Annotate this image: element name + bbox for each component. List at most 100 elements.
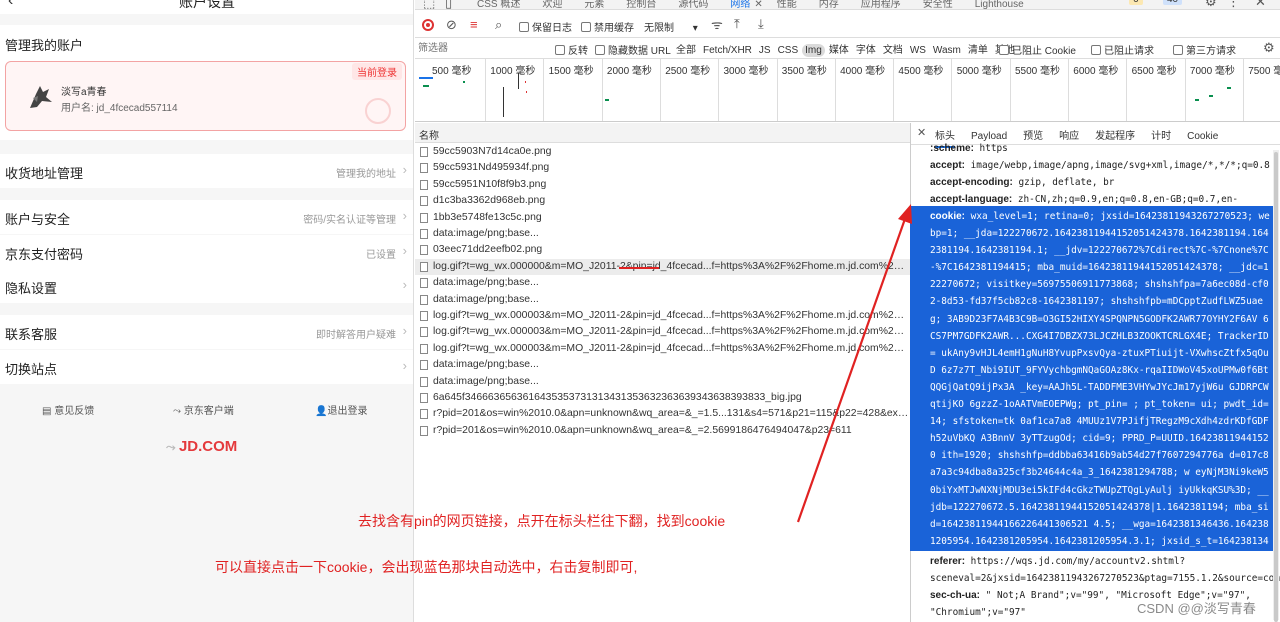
timeline-tick-label: 1000 毫秒	[490, 66, 536, 77]
hide-data-urls-checkbox[interactable]: 隐藏数据 URL	[595, 42, 671, 57]
file-icon	[420, 393, 428, 403]
top-tab[interactable]: 元素	[584, 0, 604, 9]
issues-count[interactable]: 40	[1163, 0, 1183, 5]
timeline-gridline	[1009, 59, 1011, 121]
blocked-cookies-checkbox[interactable]: 已阻止 Cookie	[999, 42, 1076, 57]
top-tab[interactable]: 源代码	[678, 0, 708, 9]
header-line[interactable]: accept-encoding: gzip, deflate, br	[930, 174, 1275, 191]
scrollbar[interactable]	[1273, 150, 1279, 622]
header-key: accept-language:	[930, 194, 1013, 206]
filter-type-[interactable]: 清单	[965, 44, 991, 57]
top-tab[interactable]: 应用程序	[861, 0, 901, 9]
timeline-gridline	[718, 59, 720, 121]
request-row[interactable]: 59cc5951N10f8f9b3.png	[415, 177, 910, 193]
blocked-requests-label: 已阻止请求	[1104, 46, 1154, 57]
top-tab[interactable]: CSS 概述	[477, 0, 520, 9]
page-header: ‹ 账户设置 ···	[0, 0, 413, 14]
file-icon	[420, 376, 428, 387]
timeline-bar	[419, 77, 433, 79]
request-row[interactable]: 59cc5903N7d14ca0e.png	[415, 144, 910, 160]
record-icon[interactable]	[422, 19, 434, 31]
download-icon[interactable]: ⤓	[758, 17, 764, 30]
row-privacy[interactable]: 隐私设置 ›	[0, 269, 413, 303]
settings-icon[interactable]: ⚙	[1205, 0, 1217, 8]
row-customer-service[interactable]: 联系客服 即时解答用户疑难 ›	[0, 315, 413, 349]
devtools-tabbar: ⬚ ▯ CSS 概述 欢迎 元素 控制台 源代码 网络 ✕ 性能 内存 应用程序 安全性 Lighth…	[415, 0, 1280, 10]
cookie-header-selected[interactable]: cookie: wxa_level=1; retina=0; jxsid=164…	[910, 206, 1275, 551]
avatar-icon	[30, 86, 52, 108]
feedback-link[interactable]: ▤ 意见反馈	[42, 402, 94, 417]
customize-icon[interactable]: ⋮	[1227, 0, 1240, 8]
timeline-tick-label: 4000 毫秒	[840, 66, 886, 77]
header-line[interactable]: referer: https://wqs.jd.com/my/accountv2…	[930, 553, 1280, 587]
filter-input[interactable]	[418, 41, 548, 56]
top-tab[interactable]: 控制台	[626, 0, 656, 9]
timeline-tick-label: 6000 毫秒	[1073, 66, 1119, 77]
filter-type-css[interactable]: CSS	[775, 44, 802, 57]
timeline-tick-label: 500 毫秒	[432, 66, 472, 77]
filter-icon[interactable]: ≡	[470, 18, 478, 31]
request-name: data:image/png;base...	[433, 359, 539, 371]
timeline-bar	[423, 85, 429, 87]
client-link[interactable]: ⤳ 京东客户端	[173, 402, 234, 417]
filter-type-img[interactable]: Img	[802, 44, 825, 57]
third-party-checkbox[interactable]: 第三方请求	[1173, 42, 1236, 57]
filter-type-[interactable]: 媒体	[826, 44, 852, 57]
search-icon[interactable]: ⌕	[495, 18, 502, 31]
row-security[interactable]: 账户与安全 密码/实名认证等管理 ›	[0, 200, 413, 234]
filter-type-fetchxhr[interactable]: Fetch/XHR	[700, 44, 755, 57]
invert-checkbox[interactable]: 反转	[555, 42, 588, 57]
timeline-overview[interactable]: 500 毫秒 1000 毫秒 1500 毫秒 2000 毫秒 2500 毫秒 3000 毫…	[415, 59, 1280, 122]
device-icon[interactable]: ▯	[445, 0, 452, 9]
name-header-label: 名称	[419, 131, 439, 142]
timeline-bar	[1195, 99, 1199, 101]
header-value: image/webp,image/apng,image/svg+xml,imag…	[965, 160, 1270, 172]
row-address[interactable]: 收货地址管理 管理我的地址 ›	[0, 154, 413, 188]
filter-type-[interactable]: 全部	[673, 44, 699, 57]
timeline-bar	[1227, 87, 1231, 89]
header-line[interactable]: accept: image/webp,image/apng,image/svg+…	[930, 157, 1275, 174]
top-tab[interactable]: 内存	[819, 0, 839, 9]
row-label: 京东支付密码	[5, 247, 84, 262]
pin-underline	[619, 267, 659, 269]
filter-type-[interactable]: 字体	[853, 44, 879, 57]
row-hint: 管理我的地址	[336, 169, 396, 180]
clear-icon[interactable]: ⊘	[446, 18, 457, 31]
scrollbar-thumb[interactable]	[1274, 152, 1278, 622]
file-icon	[420, 278, 428, 289]
more-icon[interactable]: ···	[389, 0, 406, 6]
blocked-requests-checkbox[interactable]: 已阻止请求	[1091, 42, 1154, 57]
timeline-tick-label: 1500 毫秒	[548, 66, 594, 77]
logout-link[interactable]: 👤退出登录	[315, 402, 367, 417]
filter-type-[interactable]: 文档	[880, 44, 906, 57]
header-line[interactable]: :scheme: https	[930, 140, 1275, 157]
filter-type-js[interactable]: JS	[756, 44, 774, 57]
top-tab[interactable]: Lighthouse	[975, 0, 1024, 9]
upload-icon[interactable]: ⤒	[734, 17, 740, 30]
top-tab[interactable]: 性能	[777, 0, 797, 9]
close-detail-icon[interactable]: ✕	[917, 128, 926, 139]
header-key: sec-ch-ua:	[930, 590, 981, 602]
watermark: CSDN @@淡写青春	[1137, 601, 1256, 616]
account-card[interactable]: 当前登录 淡写a青春 用户名: jd_4fcecad557114	[5, 61, 406, 131]
top-tab[interactable]: 欢迎	[542, 0, 562, 9]
filter-type-ws[interactable]: WS	[907, 44, 929, 57]
header-key: :scheme:	[930, 143, 974, 154]
wifi-icon[interactable]: ᯤ	[711, 18, 723, 31]
row-switch-site[interactable]: 切换站点 ›	[0, 350, 413, 384]
warnings-count[interactable]: 6	[1129, 0, 1143, 5]
filter-type-wasm[interactable]: Wasm	[930, 44, 964, 57]
request-row[interactable]: 59cc5931Nd495934f.png	[415, 160, 910, 176]
inspect-icon[interactable]: ⬚	[423, 0, 435, 9]
close-tab-icon[interactable]: ✕	[754, 0, 762, 9]
file-icon	[420, 212, 428, 223]
disable-cache-checkbox[interactable]: 禁用缓存	[581, 19, 634, 34]
name-column-header[interactable]: 名称	[415, 123, 910, 143]
throttle-select[interactable]: 无限制 ▾	[644, 19, 698, 34]
row-pay-password[interactable]: 京东支付密码 已设置 ›	[0, 235, 413, 269]
top-tab[interactable]: 网络	[730, 0, 751, 9]
filter-settings-icon[interactable]: ⚙	[1263, 41, 1275, 54]
close-devtools-icon[interactable]: ✕	[1255, 0, 1266, 8]
top-tab[interactable]: 安全性	[923, 0, 953, 9]
preserve-log-checkbox[interactable]: 保留日志	[519, 19, 572, 34]
